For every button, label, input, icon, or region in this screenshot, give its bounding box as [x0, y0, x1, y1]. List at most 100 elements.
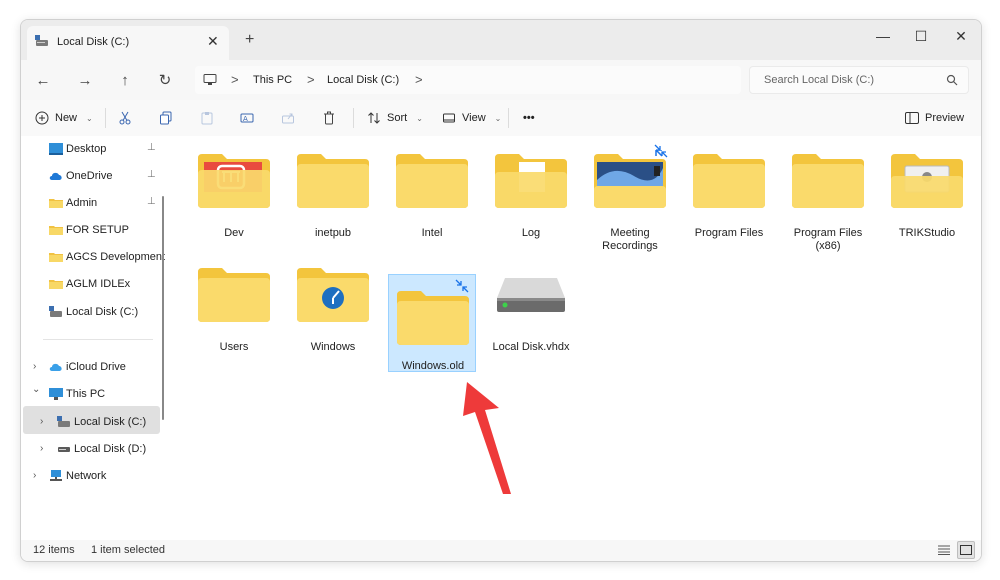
item-label: Local Disk.vhdx — [492, 341, 570, 353]
address-bar[interactable]: > This PC > Local Disk (C:) > — [195, 66, 741, 94]
sort-label: Sort — [387, 112, 408, 124]
sidebar-item-this-pc[interactable]: This PC — [49, 382, 105, 406]
folder-intel[interactable]: Intel — [388, 136, 476, 239]
item-label: TRIKStudio — [898, 227, 956, 239]
chevron-right-icon[interactable]: › — [33, 470, 36, 481]
network-icon — [50, 470, 62, 481]
folder-trikstudio[interactable]: TRIKStudio — [883, 136, 971, 239]
folder-log[interactable]: Log — [487, 136, 575, 239]
up-button[interactable]: ↑ — [115, 70, 135, 90]
folder-icon — [693, 154, 765, 208]
search-box[interactable] — [749, 66, 969, 94]
tab-local-disk[interactable]: Local Disk (C:) ✕ — [27, 26, 229, 60]
preview-button[interactable]: Preview — [905, 108, 964, 128]
sidebar-item-network[interactable]: Network — [49, 464, 106, 488]
copy-icon — [160, 111, 172, 125]
sidebar-item-label: OneDrive — [66, 170, 113, 182]
details-view-icon — [938, 545, 950, 555]
chevron-down-icon: ⌄ — [86, 113, 93, 123]
file-explorer-window: Local Disk (C:) ✕ + — ☐ ✕ ← → ↑ ↻ > This… — [20, 19, 982, 562]
new-button[interactable]: New ⌄ — [35, 108, 93, 128]
delete-button[interactable] — [322, 108, 336, 128]
file-local-disk-vhdx[interactable]: Local Disk.vhdx — [487, 250, 575, 353]
folder-icon — [49, 226, 63, 235]
folder-windows-old[interactable]: Windows.old — [388, 274, 476, 372]
new-tab-button[interactable]: + — [245, 31, 254, 49]
folder-program-files-x86[interactable]: Program Files (x86) — [784, 136, 872, 252]
sidebar-item-label: AGLM IDLEx — [66, 278, 131, 290]
sort-button[interactable]: Sort ⌄ — [367, 108, 423, 128]
trash-icon — [324, 111, 334, 125]
sidebar-scrollbar[interactable] — [162, 196, 164, 420]
folder-app-icon — [891, 154, 963, 208]
folder-windows[interactable]: Windows — [289, 250, 377, 353]
folder-users[interactable]: Users — [190, 250, 278, 353]
folder-icon — [396, 154, 468, 208]
back-button[interactable]: ← — [33, 70, 53, 90]
plus-circle-icon — [35, 111, 49, 125]
pc-icon — [49, 388, 63, 400]
paste-button[interactable] — [200, 108, 214, 128]
breadcrumb-separator[interactable]: > — [415, 72, 423, 87]
maximize-button[interactable]: ☐ — [911, 26, 931, 46]
search-input[interactable] — [762, 73, 946, 87]
chevron-right-icon[interactable]: › — [40, 416, 43, 427]
sidebar-item-aglm-idlex[interactable]: AGLM IDLEx — [49, 272, 130, 296]
chevron-down-icon[interactable]: ⌄ — [32, 384, 40, 395]
breadcrumb-local-disk[interactable]: Local Disk (C:) — [327, 74, 399, 86]
sidebar-item-local-disk-d[interactable]: Local Disk (D:) — [57, 437, 146, 461]
folder-meeting-recordings[interactable]: Meeting Recordings — [586, 136, 674, 252]
copy-button[interactable] — [159, 108, 173, 128]
view-icon — [443, 113, 455, 123]
close-tab-icon[interactable]: ✕ — [207, 33, 219, 50]
folder-windows-icon — [297, 268, 369, 322]
sidebar-item-icloud-drive[interactable]: iCloud Drive — [49, 355, 126, 379]
icloud-icon — [49, 363, 62, 371]
item-label: Log — [521, 227, 541, 239]
rename-button[interactable]: A — [240, 108, 254, 128]
large-icons-view-button[interactable] — [957, 541, 975, 559]
sidebar-item-admin[interactable]: Admin — [49, 191, 97, 215]
folder-dev[interactable]: Dev — [190, 136, 278, 239]
pin-icon[interactable]: ⊥ — [147, 169, 156, 180]
pin-icon[interactable]: ⊥ — [147, 196, 156, 207]
view-button[interactable]: View ⌄ — [442, 108, 501, 128]
sidebar-item-local-disk-c-quick[interactable]: Local Disk (C:) — [49, 300, 138, 324]
navigation-bar: ← → ↑ ↻ > This PC > Local Disk (C:) > — [21, 60, 981, 100]
item-label: Program Files — [694, 227, 764, 239]
new-label: New — [55, 112, 78, 124]
toolbar-divider — [353, 108, 354, 128]
close-window-button[interactable]: ✕ — [951, 26, 971, 46]
cloud-icon — [49, 172, 62, 180]
item-label: Windows.old — [401, 360, 465, 372]
refresh-button[interactable]: ↻ — [155, 70, 175, 90]
item-label: Dev — [224, 227, 244, 239]
minimize-button[interactable]: — — [873, 26, 893, 46]
breadcrumb-this-pc[interactable]: This PC — [253, 74, 292, 86]
status-bar: 12 items 1 item selected — [21, 540, 981, 561]
command-bar: New ⌄ A Sort ⌄ View ⌄ ••• Preview — [21, 100, 981, 137]
details-view-button[interactable] — [935, 541, 953, 559]
more-options-button[interactable]: ••• — [523, 108, 535, 128]
pin-icon[interactable]: ⊥ — [147, 142, 156, 153]
forward-button[interactable]: → — [75, 70, 95, 90]
share-button[interactable] — [281, 108, 295, 128]
folder-program-files[interactable]: Program Files — [685, 136, 773, 239]
item-label: Intel — [421, 227, 443, 239]
sidebar-item-label: Network — [66, 470, 107, 482]
sidebar-item-onedrive[interactable]: OneDrive — [49, 164, 112, 188]
drive-icon — [49, 306, 62, 317]
search-icon — [946, 74, 958, 86]
sidebar-item-agcs-development[interactable]: AGCS Development — [49, 245, 165, 269]
tab-title: Local Disk (C:) — [57, 36, 130, 48]
sidebar-item-desktop[interactable]: Desktop — [49, 137, 106, 161]
cut-button[interactable] — [118, 108, 132, 128]
sidebar-item-for-setup[interactable]: FOR SETUP — [49, 218, 129, 242]
folder-inetpub[interactable]: inetpub — [289, 136, 377, 239]
svg-text:A: A — [243, 115, 248, 123]
breadcrumb-separator: > — [231, 72, 239, 87]
chevron-right-icon[interactable]: › — [33, 361, 36, 372]
chevron-right-icon[interactable]: › — [40, 443, 43, 454]
file-list: Dev inetpub Intel Log Meeting Recordings… — [173, 136, 981, 540]
sidebar-item-local-disk-c[interactable]: Local Disk (C:) — [57, 410, 146, 434]
